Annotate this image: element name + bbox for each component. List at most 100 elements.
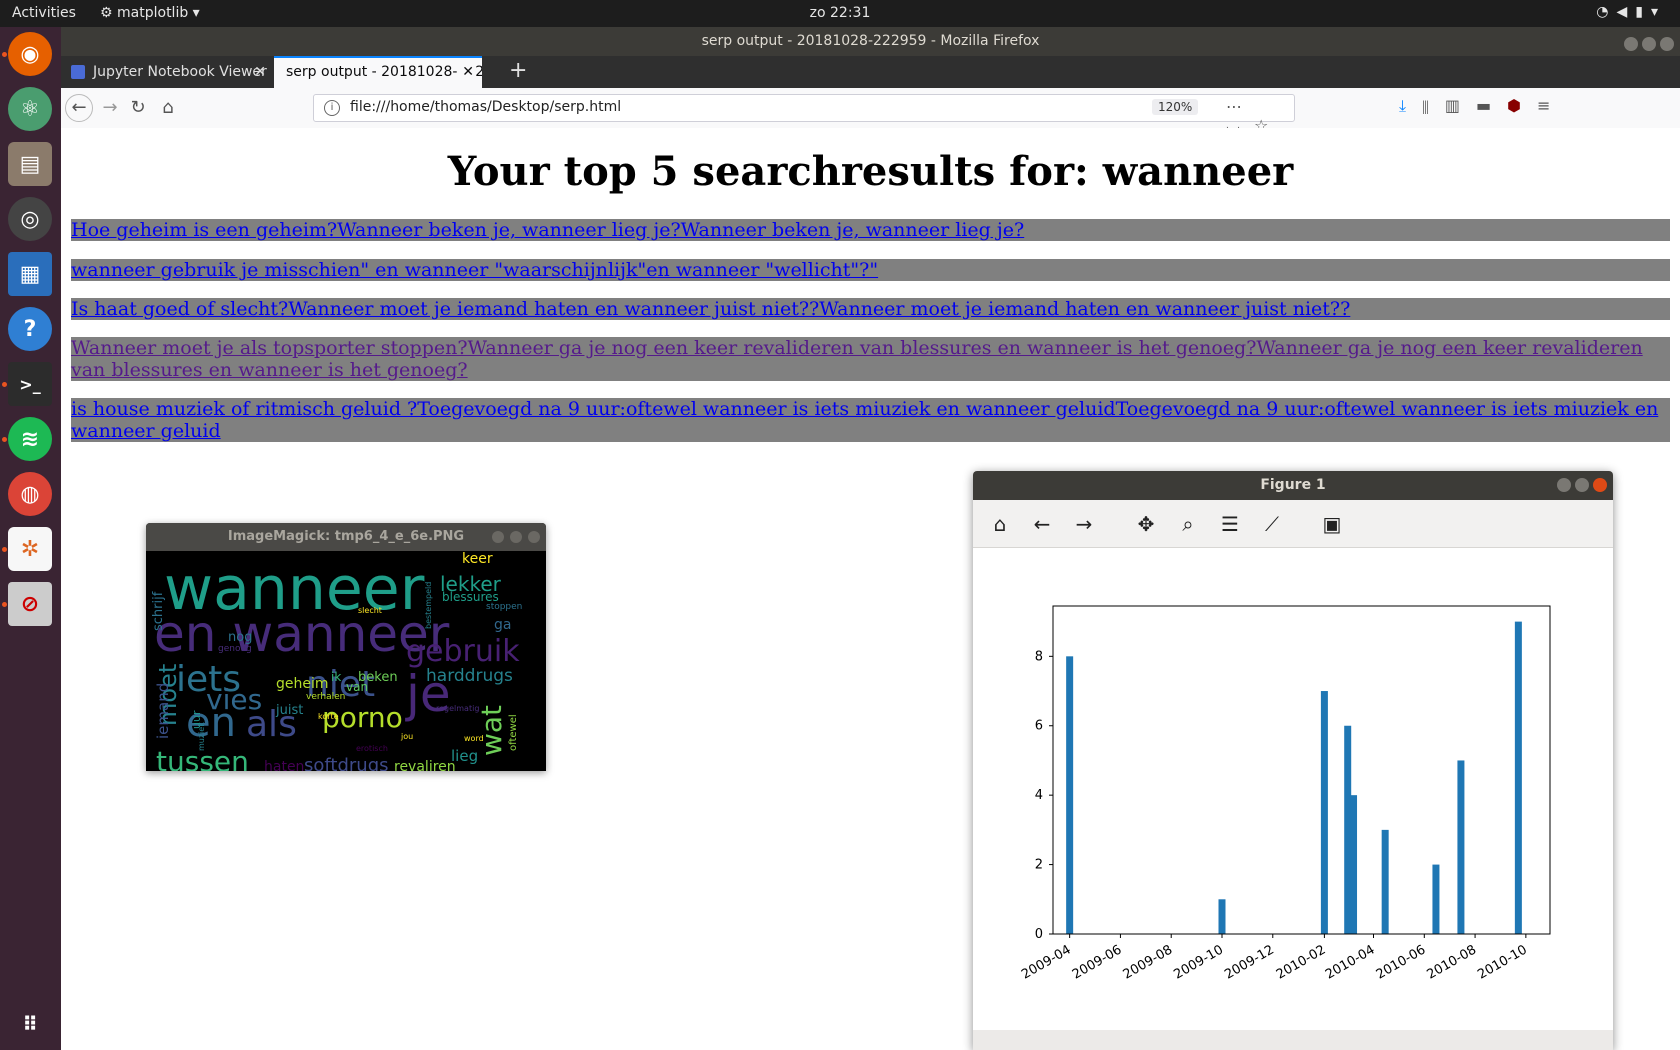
sidebar-icon[interactable]: ▥ (1445, 96, 1476, 115)
pan-icon[interactable]: ✥ (1131, 509, 1161, 539)
zoom-indicator[interactable]: 120% (1152, 99, 1199, 115)
result-row: Wanneer moet je als topsporter stoppen?W… (71, 337, 1670, 381)
chart-bar (1350, 795, 1358, 934)
wordcloud-word: iemand (154, 683, 172, 739)
running-indicator (2, 437, 7, 442)
chart-canvas[interactable]: 0 2 4 6 8 2009-042009-062009-082009-102009-12… (973, 548, 1613, 1040)
ublock-icon[interactable]: ⬢ (1507, 96, 1537, 115)
more-actions-icon[interactable]: ⋯ (1226, 97, 1256, 116)
tab-strip: Jupyter Notebook Viewer ✕ serp output - … (61, 56, 1680, 88)
url-bar[interactable]: i file:///home/thomas/Desktop/serp.html … (313, 94, 1295, 135)
forward-icon[interactable]: → (1069, 509, 1099, 539)
chevron-down-icon: ▾ (192, 5, 200, 21)
toolbar-right: ⤓⫴▥▬⬢≡ (1399, 96, 1566, 116)
wordcloud-word: vies (206, 683, 262, 716)
chart-bar (1218, 899, 1226, 934)
figure-toolbar: ⌂ ← → ✥ ⌕ ☰ ⟋ ▣ (973, 500, 1613, 548)
minimize-button[interactable] (1557, 478, 1571, 492)
close-tab-icon[interactable]: ✕ (254, 56, 266, 88)
wordcloud-word: wat (475, 705, 508, 756)
home-icon[interactable]: ⌂ (985, 509, 1015, 539)
matplotlib-icon[interactable]: ✲ (8, 527, 52, 571)
home-button[interactable]: ⌂ (154, 94, 182, 122)
result-link[interactable]: wanneer gebruik je misschien" en wanneer… (71, 259, 878, 281)
help-icon[interactable]: ? (8, 307, 52, 351)
clock[interactable]: zo 22:31 (0, 5, 1680, 21)
x-tick-label: 2009-06 (1070, 942, 1125, 982)
firefox-titlebar: serp output - 20181028-222959 - Mozilla … (61, 27, 1680, 56)
system-tray[interactable]: ◔◀▮▾ (1596, 4, 1666, 20)
x-tick-label: 2009-12 (1222, 942, 1277, 982)
imagemagick-icon[interactable]: ⊘ (8, 582, 52, 626)
result-row: wanneer gebruik je misschien" en wanneer… (71, 259, 1670, 281)
wordcloud-word: bestempeld (424, 582, 433, 629)
spotify-icon[interactable]: ≋ (8, 417, 52, 461)
subplots-icon[interactable]: ☰ (1215, 509, 1245, 539)
rhythmbox-icon[interactable]: ◎ (8, 197, 52, 241)
activities-button[interactable]: Activities (12, 5, 76, 21)
chart-bar (1514, 621, 1522, 934)
menu-icon[interactable]: ≡ (1537, 96, 1566, 115)
wordcloud-word: stoppen (486, 602, 522, 612)
tab-jupyter[interactable]: Jupyter Notebook Viewer ✕ (61, 56, 274, 88)
chrome-icon[interactable]: ◍ (8, 472, 52, 516)
tab-serp-output[interactable]: serp output - 20181028-222959 ✕ (274, 56, 482, 88)
libreoffice-impress-icon[interactable]: ▦ (8, 252, 52, 296)
wordcloud-image: wanneeren wanneeriets nietgebruikjeen als p… (151, 551, 522, 771)
maximize-button[interactable] (1642, 37, 1656, 51)
maximize-button[interactable] (510, 530, 522, 543)
result-link[interactable]: is house muziek of ritmisch geluid ?Toeg… (71, 398, 1658, 442)
close-button[interactable] (528, 530, 540, 543)
back-icon[interactable]: ← (1027, 509, 1057, 539)
save-icon[interactable]: ▣ (1317, 509, 1347, 539)
minimize-button[interactable] (1624, 37, 1638, 51)
result-row: is house muziek of ritmisch geluid ?Toeg… (71, 398, 1670, 442)
atom-icon[interactable]: ⚛ (8, 87, 52, 131)
forward-button[interactable]: → (96, 94, 124, 122)
navigation-toolbar: ← → ↻ ⌂ i file:///home/thomas/Desktop/se… (61, 88, 1680, 135)
wordcloud-word: schrijf (151, 591, 166, 631)
wordcloud-word: juist (275, 703, 303, 718)
files-icon[interactable]: ▤ (8, 142, 52, 186)
gnome-top-bar: Activities ⚙ matplotlib ▾ zo 22:31 ◔◀▮▾ (0, 0, 1680, 27)
chart-bar (1457, 760, 1465, 934)
downloads-icon[interactable]: ⤓ (1399, 96, 1422, 115)
url-text[interactable]: file:///home/thomas/Desktop/serp.html (350, 99, 621, 115)
imagemagick-window: ImageMagick: tmp6_4_e_6e.PNG wanneer en w… (146, 523, 546, 771)
close-tab-icon[interactable]: ✕ (458, 58, 474, 86)
x-tick-label: 2009-04 (1019, 942, 1074, 982)
back-button[interactable]: ← (65, 94, 93, 122)
customize-icon[interactable]: ⟋ (1257, 509, 1287, 539)
window-controls (486, 523, 540, 551)
wordcloud-word: haten (264, 759, 304, 771)
result-row: Hoe geheim is een geheim?Wanneer beken j… (71, 219, 1670, 241)
app-menu[interactable]: ⚙ matplotlib ▾ (100, 5, 200, 21)
wordcloud-word: nog (228, 630, 252, 645)
minimize-button[interactable] (492, 530, 504, 543)
result-link[interactable]: Is haat goed of slecht?Wanneer moet je i… (71, 298, 1350, 320)
firefox-icon[interactable]: ◉ (8, 32, 52, 76)
close-button[interactable] (1660, 37, 1674, 51)
library-icon[interactable]: ⫴ (1422, 96, 1445, 115)
matplotlib-small-icon: ⚙ (100, 5, 113, 21)
plot-frame (1052, 605, 1551, 935)
site-info-icon[interactable]: i (324, 100, 340, 116)
wordcloud-word: oftewel (508, 714, 519, 751)
terminal-icon[interactable]: >_ (8, 362, 52, 406)
y-tick-label: 0 (1035, 927, 1043, 942)
new-tab-button[interactable]: + (509, 56, 527, 86)
result-link[interactable]: Hoe geheim is een geheim?Wanneer beken j… (71, 219, 1024, 241)
result-link[interactable]: Wanneer moet je als topsporter stoppen?W… (71, 337, 1643, 381)
app-grid-icon[interactable]: ⠿ (8, 1002, 52, 1046)
chart-bar (1381, 829, 1389, 934)
x-tick-label: 2010-06 (1374, 942, 1429, 982)
zoom-icon[interactable]: ⌕ (1173, 509, 1203, 539)
matplotlib-figure-window: Figure 1 ⌂ ← → ✥ ⌕ ☰ ⟋ ▣ 0 2 4 6 8 2009-04 200… (973, 471, 1613, 1050)
chevron-down-icon: ▾ (1650, 4, 1666, 20)
running-indicator (2, 382, 7, 387)
reload-button[interactable]: ↻ (124, 94, 152, 122)
extension-icon[interactable]: ▬ (1476, 96, 1507, 115)
maximize-button[interactable] (1575, 478, 1589, 492)
running-indicator (2, 602, 7, 607)
close-button[interactable] (1593, 478, 1607, 492)
